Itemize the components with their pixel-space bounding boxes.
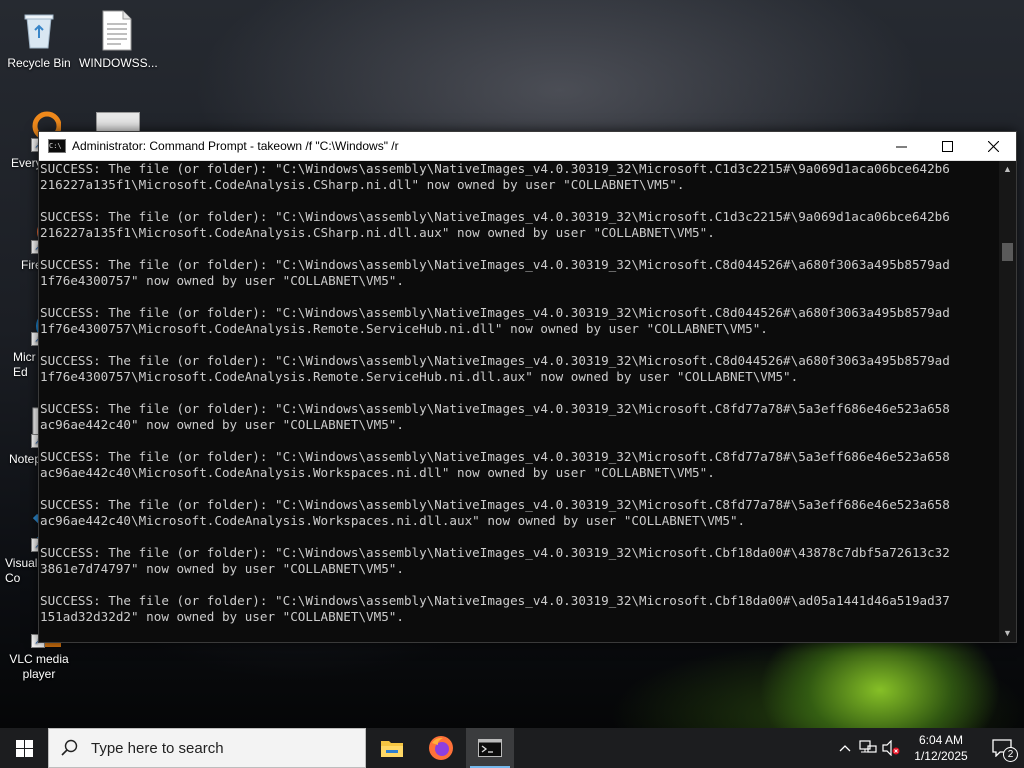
console-output-area[interactable]: SUCCESS: The file (or folder): "C:\Windo… (39, 161, 999, 642)
console-line: ac96ae442c40" now owned by user "COLLABN… (40, 417, 404, 432)
cmd-window-icon: C:\ (48, 139, 66, 153)
console-line: SUCCESS: The file (or folder): "C:\Windo… (40, 353, 950, 368)
command-prompt-window[interactable]: C:\ Administrator: Command Prompt - take… (38, 131, 1017, 643)
show-hidden-icons-button[interactable] (834, 728, 856, 768)
search-icon (61, 739, 78, 756)
scroll-up-arrow-icon[interactable]: ▲ (999, 161, 1016, 178)
console-line: SUCCESS: The file (or folder): "C:\Windo… (40, 305, 950, 320)
console-line: 1f76e4300757\Microsoft.CodeAnalysis.Remo… (40, 321, 768, 336)
taskbar-command-prompt[interactable] (466, 728, 514, 768)
console-line: 1f76e4300757\Microsoft.CodeAnalysis.Remo… (40, 369, 799, 384)
search-input[interactable] (89, 738, 343, 758)
console-line: ac96ae442c40\Microsoft.CodeAnalysis.Work… (40, 513, 746, 528)
window-title: Administrator: Command Prompt - takeown … (72, 139, 399, 153)
console-line: SUCCESS: The file (or folder): "C:\Windo… (40, 161, 950, 176)
console-line: 216227a135f1\Microsoft.CodeAnalysis.CSha… (40, 177, 685, 192)
notification-count-badge: 2 (1003, 747, 1018, 762)
vertical-scrollbar[interactable]: ▲ ▼ (999, 161, 1016, 642)
taskbar: 6:04 AM 1/12/2025 2 (0, 728, 1024, 768)
network-button[interactable] (856, 728, 880, 768)
volume-button[interactable] (880, 728, 902, 768)
windows-logo-icon (15, 739, 33, 757)
firefox-icon (429, 736, 453, 760)
volume-muted-icon (882, 740, 900, 756)
notification-center-button[interactable]: 2 (980, 728, 1024, 768)
console-line: SUCCESS: The file (or folder): "C:\Windo… (40, 209, 950, 224)
clock[interactable]: 6:04 AM 1/12/2025 (902, 728, 980, 768)
scrollbar-thumb[interactable] (1002, 243, 1013, 261)
close-button[interactable] (970, 132, 1016, 160)
clock-date: 1/12/2025 (914, 749, 968, 763)
minimize-button[interactable] (878, 132, 924, 160)
console-line: 3861e7d74797" now owned by user "COLLABN… (40, 561, 404, 576)
network-icon (859, 740, 877, 753)
console-line: SUCCESS: The file (or folder): "C:\Windo… (40, 401, 950, 416)
console-line: SUCCESS: The file (or folder): "C:\Windo… (40, 449, 950, 464)
clock-time: 6:04 AM (918, 733, 963, 747)
console-line: SUCCESS: The file (or folder): "C:\Windo… (40, 545, 950, 560)
taskbar-firefox[interactable] (417, 728, 465, 768)
console-line: SUCCESS: The file (or folder): "C:\Windo… (40, 593, 950, 608)
window-controls (878, 132, 1016, 160)
chevron-up-icon (839, 745, 851, 752)
maximize-button[interactable] (924, 132, 970, 160)
console-line: SUCCESS: The file (or folder): "C:\Windo… (40, 497, 950, 512)
cmd-icon (478, 739, 502, 757)
desktop-icon-text-file[interactable]: WINDOWSS... (79, 8, 158, 71)
folder-icon (381, 741, 403, 757)
document-file-icon (95, 8, 139, 52)
console-line: ac96ae442c40\Microsoft.CodeAnalysis.Work… (40, 465, 715, 480)
start-button[interactable] (0, 728, 48, 768)
desktop-icon-label: WINDOWSS... (79, 56, 158, 70)
console-line: 1f76e4300757" now owned by user "COLLABN… (40, 273, 404, 288)
console-output: SUCCESS: The file (or folder): "C:\Windo… (39, 161, 999, 625)
console-line: 216227a135f1\Microsoft.CodeAnalysis.CSha… (40, 225, 715, 240)
system-tray: 6:04 AM 1/12/2025 2 (834, 728, 1024, 768)
window-title-bar[interactable]: C:\ Administrator: Command Prompt - take… (39, 132, 1016, 161)
console-line: SUCCESS: The file (or folder): "C:\Windo… (40, 257, 950, 272)
desktop-icon-label: Recycle Bin (7, 56, 71, 70)
taskbar-file-explorer[interactable] (368, 728, 416, 768)
recycle-bin-icon (17, 8, 61, 52)
scroll-down-arrow-icon[interactable]: ▼ (999, 625, 1016, 642)
console-line: 151ad32d32d2" now owned by user "COLLABN… (40, 609, 404, 624)
desktop-icon-label: VLC media player (9, 652, 69, 681)
taskbar-search-box[interactable] (48, 728, 366, 768)
desktop-icon-recycle-bin[interactable]: Recycle Bin (1, 8, 77, 71)
